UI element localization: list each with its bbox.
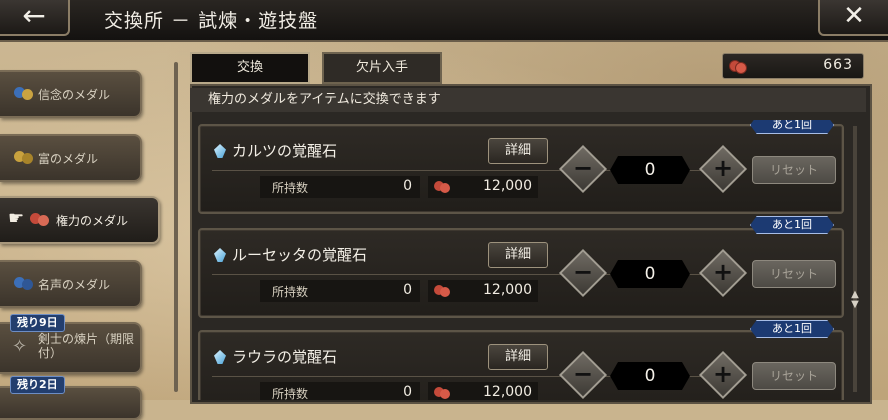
owned-label: 所持数 <box>272 285 309 299</box>
sidebar-item-power-medal[interactable]: ☛ 権力のメダル <box>0 196 160 244</box>
page-title: 交換所 － 試煉・遊技盤 <box>104 10 319 32</box>
info-text: 権力のメダルをアイテムに交換できます <box>208 92 441 107</box>
reset-button[interactable]: リセット <box>752 156 836 184</box>
plus-icon: + <box>712 154 734 182</box>
awakening-stone-icon <box>214 144 226 158</box>
days-left-badge: 残り2日 <box>10 376 65 394</box>
detail-button[interactable]: 詳細 <box>488 242 548 268</box>
price: 12,000 <box>428 382 538 400</box>
sidebar-item-label: 名声のメダル <box>38 278 111 292</box>
scroll-thumb-icon[interactable]: ▲ ▼ <box>850 290 860 312</box>
currency-display: 663 <box>722 53 864 79</box>
sidebar-item-label: 富のメダル <box>38 152 99 166</box>
price-value: 12,000 <box>483 178 532 194</box>
arrow-left-icon: ← <box>22 0 46 32</box>
owned-count: 所持数 0 <box>260 176 420 198</box>
plus-icon: + <box>712 258 734 286</box>
sidebar-scrollbar[interactable] <box>174 62 178 392</box>
list-item: カルツの覚醒石 詳細 所持数 0 12,000 − 0 + リセット <box>198 124 844 214</box>
decrease-button[interactable]: − <box>558 144 608 194</box>
coin-stack-icon <box>729 60 747 74</box>
owned-value: 0 <box>403 178 412 194</box>
quantity-value: 0 <box>610 362 690 390</box>
remaining-count-badge: あと1回 <box>750 320 834 338</box>
blue-medal-icon <box>14 275 36 291</box>
quantity-value: 0 <box>610 260 690 288</box>
price-value: 12,000 <box>483 384 532 400</box>
owned-value: 0 <box>403 282 412 298</box>
list-scrollbar[interactable] <box>853 126 857 392</box>
sidebar-item-label: 信念のメダル <box>38 88 111 102</box>
item-list: カルツの覚醒石 詳細 所持数 0 12,000 − 0 + リセット あと1回 … <box>198 120 848 400</box>
sidebar-item-label: 権力のメダル <box>56 214 129 228</box>
sidebar-item-label: 剣士の煉片（期限付） <box>38 332 135 360</box>
price: 12,000 <box>428 280 538 302</box>
owned-value: 0 <box>403 384 412 400</box>
pointing-hand-icon: ☛ <box>8 208 25 229</box>
item-name: ルーセッタの覚醒石 <box>232 246 368 264</box>
coin-stack-icon <box>434 387 450 399</box>
close-icon: ✕ <box>843 1 865 31</box>
increase-button[interactable]: + <box>698 144 748 194</box>
item-name: カルツの覚醒石 <box>232 142 338 160</box>
fragment-icon: ✧ <box>12 336 28 357</box>
reset-button[interactable]: リセット <box>752 260 836 288</box>
price-value: 12,000 <box>483 282 532 298</box>
list-item: ラウラの覚醒石 詳細 所持数 0 12,000 − 0 + リセット <box>198 330 844 400</box>
back-button[interactable]: ← <box>0 0 70 36</box>
close-button[interactable]: ✕ <box>818 0 888 36</box>
info-banner: 権力のメダルをアイテムに交換できます <box>190 88 866 112</box>
minus-icon: − <box>572 258 594 286</box>
minus-icon: − <box>572 360 594 388</box>
list-item: ルーセッタの覚醒石 詳細 所持数 0 12,000 − 0 + リセット <box>198 228 844 318</box>
gold-medal-icon <box>14 149 36 165</box>
minus-icon: − <box>572 154 594 182</box>
coin-stack-icon <box>434 181 450 193</box>
remaining-count-badge: あと1回 <box>750 120 834 134</box>
sidebar-item-fame-medal[interactable]: 名声のメダル <box>0 260 142 308</box>
reset-button[interactable]: リセット <box>752 362 836 390</box>
blue-gold-medal-icon <box>14 85 36 101</box>
sidebar-item-wealth-medal[interactable]: 富のメダル <box>0 134 142 182</box>
owned-count: 所持数 0 <box>260 280 420 302</box>
owned-count: 所持数 0 <box>260 382 420 400</box>
item-name: ラウラの覚醒石 <box>232 348 338 366</box>
detail-button[interactable]: 詳細 <box>488 138 548 164</box>
tab-exchange[interactable]: 交換 <box>190 52 310 84</box>
price: 12,000 <box>428 176 538 198</box>
plus-icon: + <box>712 360 734 388</box>
awakening-stone-icon <box>214 248 226 262</box>
decrease-button[interactable]: − <box>558 350 608 400</box>
quantity-value: 0 <box>610 156 690 184</box>
days-left-badge: 残り9日 <box>10 314 65 332</box>
tab-fragments[interactable]: 欠片入手 <box>322 52 442 84</box>
owned-label: 所持数 <box>272 181 309 195</box>
awakening-stone-icon <box>214 350 226 364</box>
header-bar: ← 交換所 － 試煉・遊技盤 ✕ <box>0 0 888 42</box>
owned-label: 所持数 <box>272 387 309 400</box>
red-medal-icon <box>30 211 52 227</box>
remaining-count-badge: あと1回 <box>750 216 834 234</box>
currency-value: 663 <box>823 57 853 73</box>
sidebar-item-belief-medal[interactable]: 信念のメダル <box>0 70 142 118</box>
increase-button[interactable]: + <box>698 248 748 298</box>
increase-button[interactable]: + <box>698 350 748 400</box>
sidebar: 信念のメダル 富のメダル ☛ 権力のメダル 名声のメダル ✧ 剣士の煉片（期限付… <box>0 52 178 420</box>
decrease-button[interactable]: − <box>558 248 608 298</box>
detail-button[interactable]: 詳細 <box>488 344 548 370</box>
coin-stack-icon <box>434 285 450 297</box>
